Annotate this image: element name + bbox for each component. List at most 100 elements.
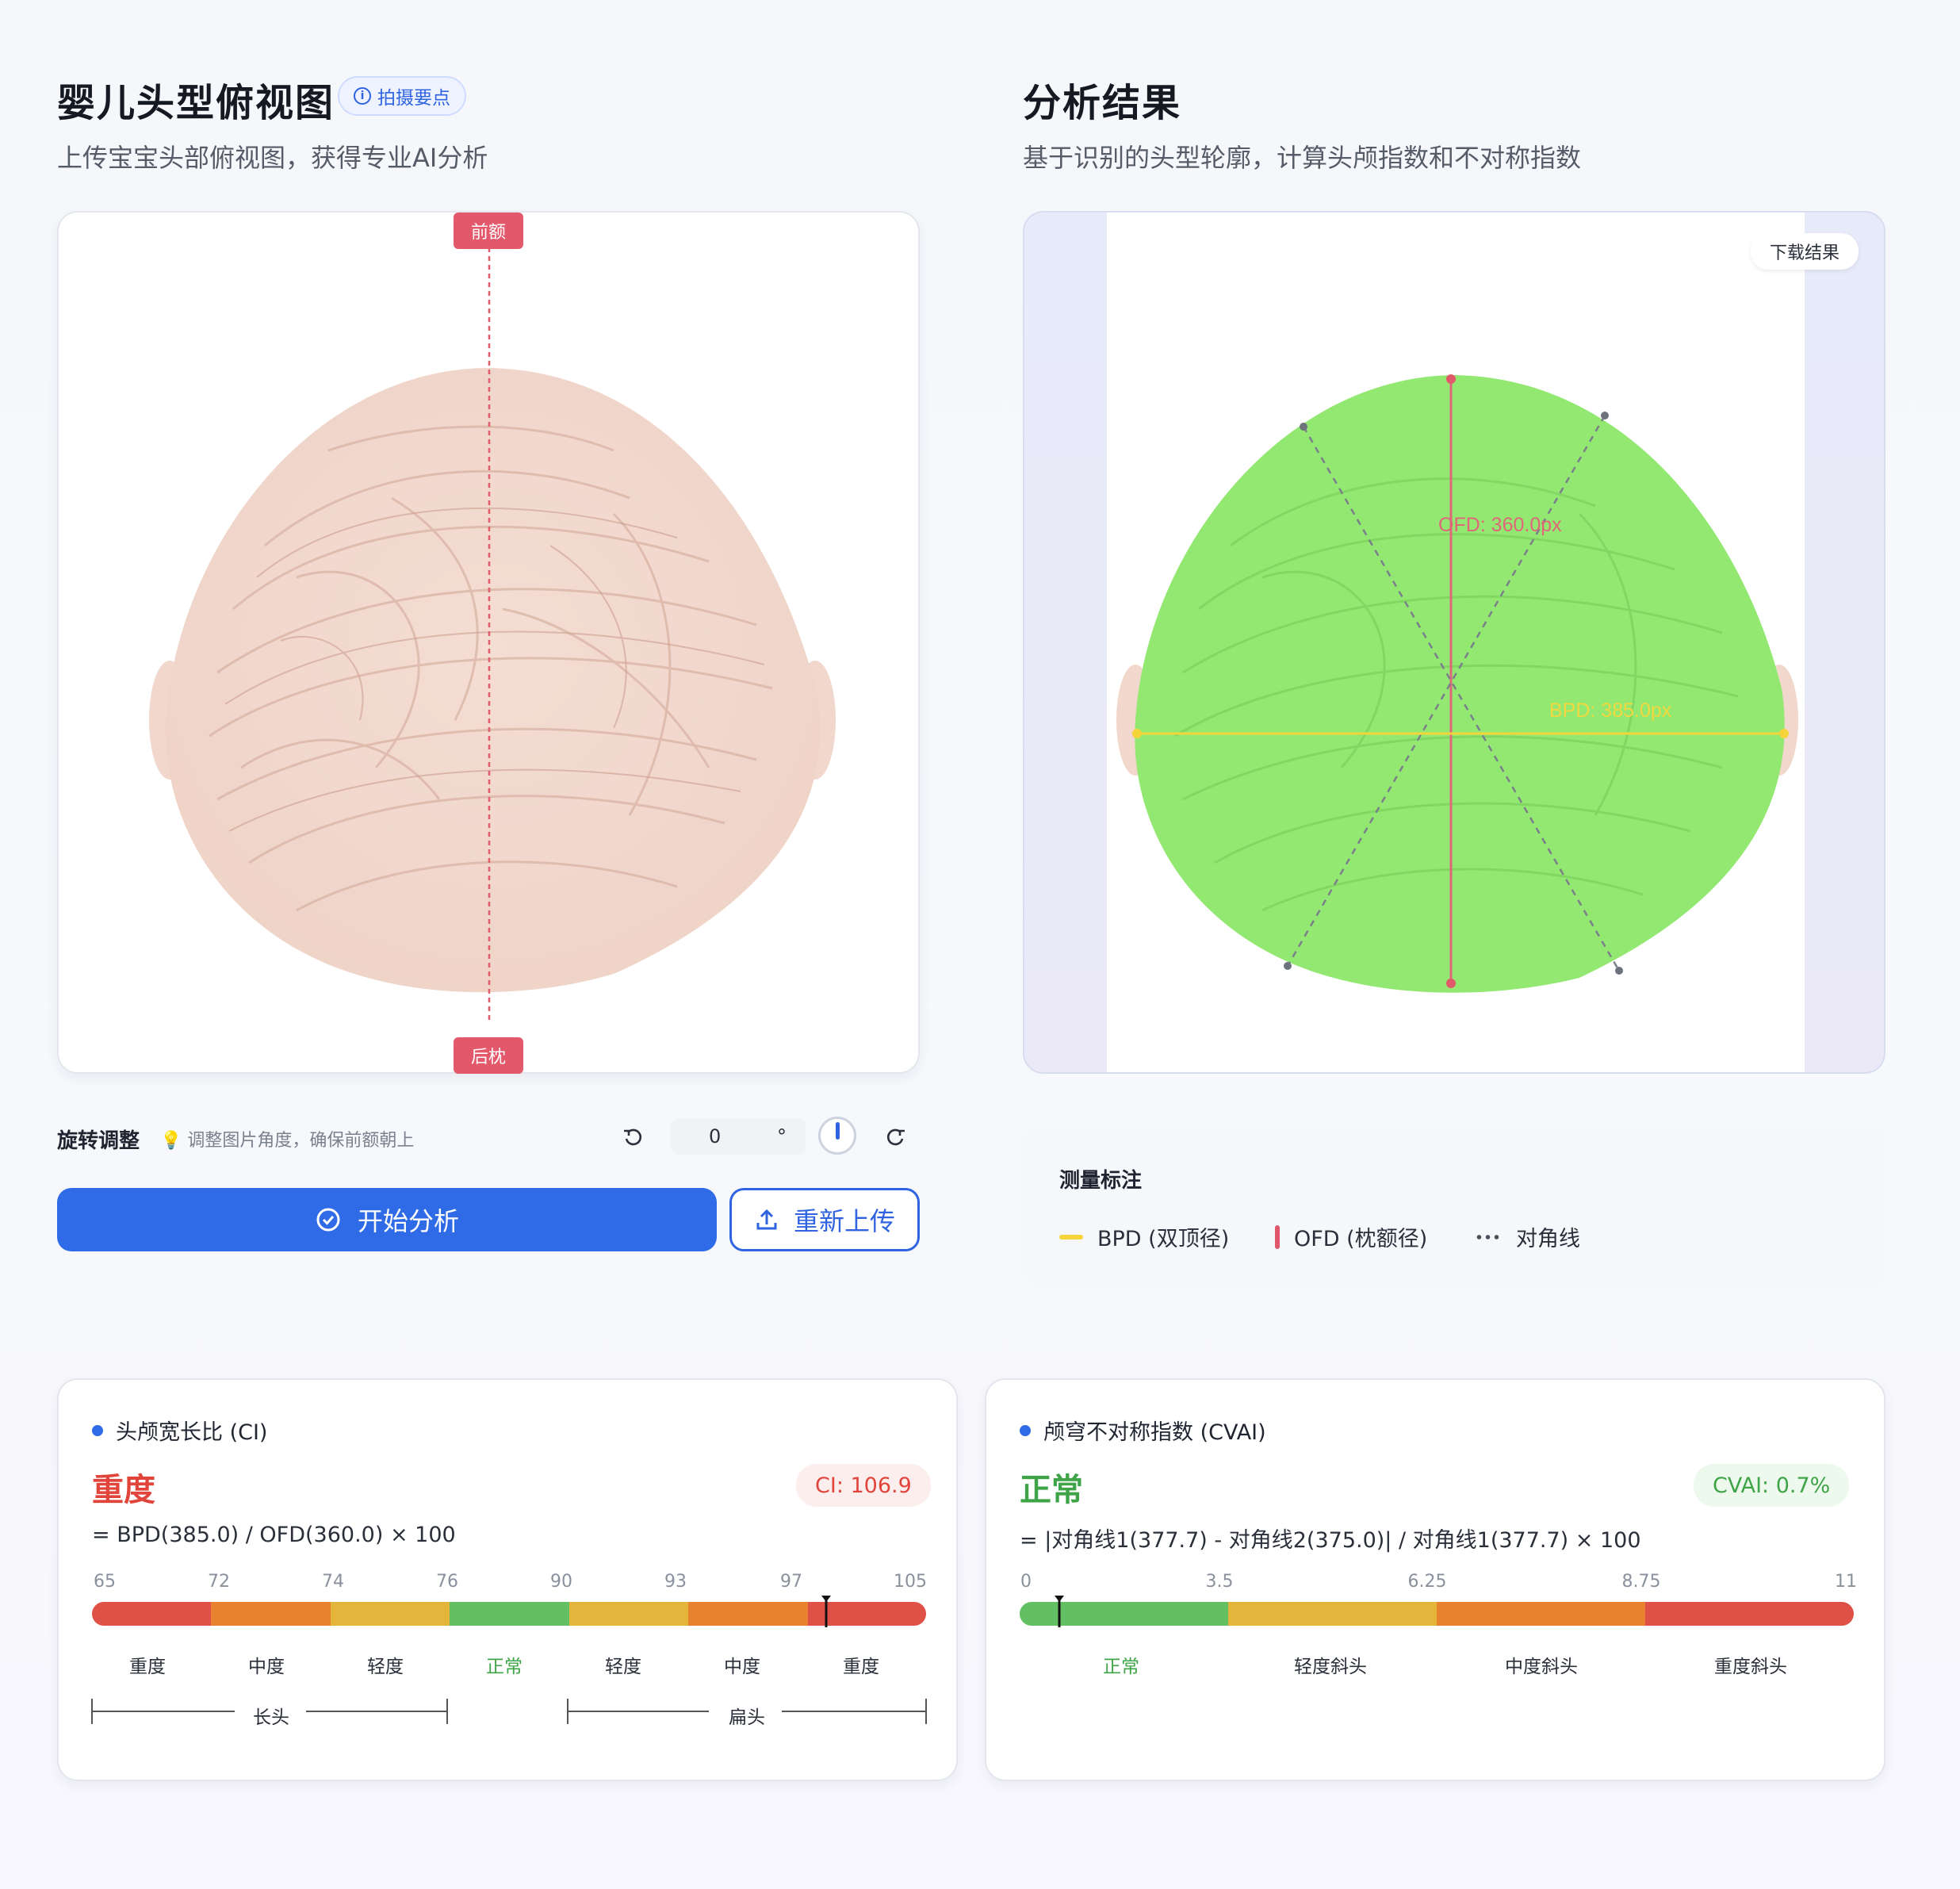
diagonal-dots-swatch <box>1475 1234 1502 1240</box>
cvai-seg-normal <box>1020 1602 1228 1626</box>
ci-tick: 72 <box>208 1572 230 1592</box>
cvai-seg-label: 正常 <box>1103 1657 1139 1677</box>
ci-tick: 90 <box>550 1572 572 1592</box>
rotate-ccw-icon <box>624 1128 642 1146</box>
ci-tick: 74 <box>322 1572 344 1592</box>
ci-card-title: 头颅宽长比 (CI) <box>92 1415 267 1446</box>
ci-tick: 76 <box>436 1572 458 1592</box>
ci-scale-bar <box>92 1602 926 1626</box>
reupload-button[interactable]: 重新上传 <box>729 1188 920 1251</box>
ci-card: 头颅宽长比 (CI) 重度 CI: 106.9 = BPD(385.0) / O… <box>57 1378 958 1781</box>
rotate-left-button[interactable] <box>617 1121 649 1153</box>
result-image-panel: OFD: 360.0px BPD: 385.0px 下载结果 <box>1023 211 1885 1074</box>
result-subtitle: 基于识别的头型轮廓，计算头颅指数和不对称指数 <box>1023 143 1582 173</box>
bpd-line-swatch <box>1059 1234 1083 1240</box>
legend-item-bpd: BPD (双顶径) <box>1059 1221 1229 1252</box>
ci-tick: 105 <box>894 1572 927 1592</box>
cvai-seg-severe <box>1645 1602 1854 1626</box>
legend-bpd-label: BPD (双顶径) <box>1097 1227 1230 1251</box>
legend-title: 测量标注 <box>1059 1169 1143 1193</box>
ofd-measure-label: OFD: 360.0px <box>1438 514 1562 536</box>
rotation-label: 旋转调整 <box>57 1129 140 1153</box>
ci-seg-label: 轻度 <box>367 1657 404 1677</box>
cvai-tick: 8.75 <box>1621 1572 1661 1592</box>
lightbulb-icon: 💡 <box>160 1131 182 1151</box>
shooting-tips-label: 拍摄要点 <box>377 88 450 109</box>
ci-seg-severe-long <box>92 1602 212 1626</box>
legend-ofd-label: OFD (枕额径) <box>1294 1227 1428 1251</box>
cvai-scale-bar <box>1020 1602 1854 1626</box>
cvai-seg-mild <box>1228 1602 1437 1626</box>
ci-seg-moderate-long <box>211 1602 331 1626</box>
ci-value-badge: CI: 106.9 <box>796 1464 931 1507</box>
baby-head-image <box>149 247 836 1021</box>
legend-diagonal-label: 对角线 <box>1516 1227 1580 1251</box>
info-icon: i <box>354 87 371 105</box>
ci-tick: 65 <box>94 1572 116 1592</box>
rotation-angle-input[interactable]: 0 ° <box>671 1118 806 1155</box>
analysis-overlay-image: OFD: 360.0px BPD: 385.0px <box>1116 374 1798 993</box>
cvai-seg-label: 轻度斜头 <box>1294 1657 1367 1677</box>
rotate-right-button[interactable] <box>880 1121 912 1153</box>
ci-seg-label: 重度 <box>129 1657 166 1677</box>
ci-title-text: 头颅宽长比 (CI) <box>116 1420 268 1445</box>
cvai-seg-label: 重度斜头 <box>1714 1657 1787 1677</box>
bullet-dot-icon <box>92 1424 103 1436</box>
cvai-tick: 11 <box>1835 1572 1857 1592</box>
ci-seg-label: 中度 <box>248 1657 285 1677</box>
cvai-card: 颅穹不对称指数 (CVAI) 正常 CVAI: 0.7% = |对角线1(377… <box>985 1378 1885 1781</box>
cvai-tick: 3.5 <box>1205 1572 1234 1592</box>
rotation-hint-text: 调整图片角度，确保前额朝上 <box>187 1131 415 1151</box>
result-title: 分析结果 <box>1023 81 1182 125</box>
rotate-cw-icon <box>886 1128 905 1146</box>
cvai-status: 正常 <box>1020 1472 1083 1508</box>
ci-range-brackets <box>91 1699 927 1724</box>
ci-tick: 93 <box>664 1572 687 1592</box>
rotation-angle-value: 0 <box>709 1125 722 1148</box>
cvai-card-title: 颅穹不对称指数 (CVAI) <box>1020 1415 1266 1446</box>
reupload-label: 重新上传 <box>793 1206 895 1236</box>
ci-seg-label: 中度 <box>724 1657 760 1677</box>
ci-seg-normal <box>450 1602 569 1626</box>
ci-status: 重度 <box>92 1472 155 1508</box>
ci-seg-mild-flat <box>568 1602 689 1626</box>
bullet-dot-icon <box>1020 1424 1031 1436</box>
ci-seg-mild-long <box>330 1602 450 1626</box>
occiput-marker: 后枕 <box>454 1037 523 1074</box>
shooting-tips-button[interactable]: i 拍摄要点 <box>338 76 466 116</box>
cvai-title-text: 颅穹不对称指数 (CVAI) <box>1043 1420 1266 1445</box>
cvai-tick: 6.25 <box>1407 1572 1447 1592</box>
ci-tick: 97 <box>780 1572 802 1592</box>
start-analysis-button[interactable]: 开始分析 <box>57 1188 717 1251</box>
cvai-seg-moderate <box>1437 1602 1645 1626</box>
forehead-marker: 前额 <box>454 213 523 249</box>
ci-seg-label: 重度 <box>843 1657 879 1677</box>
start-analysis-label: 开始分析 <box>357 1206 459 1236</box>
ci-seg-label: 轻度 <box>605 1657 641 1677</box>
check-circle-icon <box>316 1208 340 1232</box>
ci-seg-moderate-flat <box>688 1602 808 1626</box>
ci-value-marker <box>821 1596 831 1627</box>
rotation-hint: 💡 调整图片角度，确保前额朝上 <box>160 1126 414 1151</box>
flat-head-label: 扁头 <box>729 1707 765 1728</box>
bpd-measure-label: BPD: 385.0px <box>1549 699 1672 722</box>
rotation-dial[interactable] <box>818 1117 856 1155</box>
ofd-line-swatch <box>1275 1224 1280 1249</box>
ci-formula: = BPD(385.0) / OFD(360.0) × 100 <box>92 1523 456 1547</box>
legend-item-diagonal: 对角线 <box>1475 1221 1580 1252</box>
cvai-value-marker <box>1055 1596 1064 1627</box>
upload-title: 婴儿头型俯视图 <box>57 81 335 125</box>
measurement-legend: 测量标注 BPD (双顶径) OFD (枕额径) 对角线 <box>1023 1126 1885 1288</box>
upload-subtitle: 上传宝宝头部俯视图，获得专业AI分析 <box>57 143 488 173</box>
ci-seg-label: 正常 <box>486 1657 523 1677</box>
legend-item-ofd: OFD (枕额径) <box>1275 1221 1427 1252</box>
rotation-degree-unit: ° <box>777 1125 787 1148</box>
download-result-button[interactable]: 下载结果 <box>1751 233 1859 270</box>
cvai-seg-label: 中度斜头 <box>1505 1657 1578 1677</box>
cvai-value-badge: CVAI: 0.7% <box>1694 1464 1850 1507</box>
upload-icon <box>756 1209 777 1230</box>
long-head-label: 长头 <box>253 1707 289 1728</box>
cvai-formula: = |对角线1(377.7) - 对角线2(375.0)| / 对角线1(377… <box>1020 1528 1641 1553</box>
upload-image-card[interactable]: 前额 后枕 <box>57 211 920 1074</box>
cvai-tick: 0 <box>1020 1572 1032 1592</box>
